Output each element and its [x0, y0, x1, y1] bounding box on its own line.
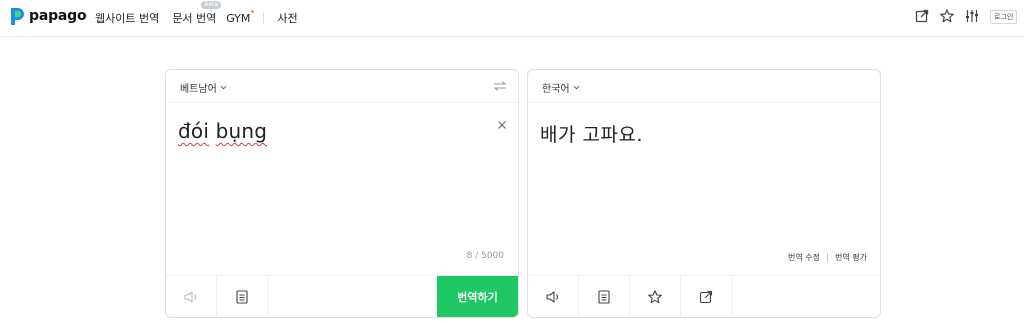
source-text-input[interactable]: đói bụng — [178, 119, 267, 143]
favorite-button[interactable] — [630, 276, 681, 317]
source-speak-button[interactable] — [166, 276, 217, 317]
star-icon[interactable] — [939, 8, 955, 24]
brand-name: papago — [29, 8, 87, 24]
speaker-icon — [546, 290, 559, 303]
nav-document-translate[interactable]: 문서 번역 Beta — [172, 1, 222, 26]
target-panel-header: 한국어 — [528, 70, 880, 103]
target-panel: 한국어 배가 고파요. 번역 수정 번역 평가 — [527, 69, 881, 318]
target-toolbar — [528, 275, 880, 317]
character-count: 8 / 5000 — [466, 251, 504, 261]
source-language-label: 베트남어 — [180, 84, 217, 95]
source-panel: 베트남어 đói bụng 8 / 5000 번역하기 — [165, 69, 519, 318]
new-dot-indicator — [251, 9, 255, 13]
papago-logo-icon — [11, 8, 24, 25]
note-icon — [236, 289, 248, 304]
speaker-icon — [184, 290, 197, 303]
target-speak-button[interactable] — [528, 276, 579, 317]
source-word-2: bụng — [215, 119, 268, 143]
main-nav: 웹사이트 번역 문서 번역 Beta GYM 사전 — [95, 1, 311, 26]
source-toolbar: 번역하기 — [166, 275, 518, 317]
nav-gym[interactable]: GYM — [226, 9, 255, 25]
share-icon[interactable] — [914, 8, 930, 24]
chevron-down-icon — [220, 85, 227, 90]
nav-gym-label: GYM — [226, 11, 251, 25]
translate-button[interactable]: 번역하기 — [437, 276, 518, 317]
source-word-1: đói — [178, 119, 210, 143]
nav-dictionary[interactable]: 사전 — [277, 10, 297, 26]
target-language-select[interactable]: 한국어 — [542, 80, 580, 95]
link-divider — [827, 253, 829, 262]
note-icon — [598, 289, 610, 304]
beta-badge: Beta — [201, 1, 222, 9]
target-notes-button[interactable] — [579, 276, 630, 317]
papago-logo[interactable]: papago — [9, 6, 87, 26]
source-notes-button[interactable] — [217, 276, 268, 317]
target-language-label: 한국어 — [542, 84, 570, 95]
translation-output: 배가 고파요. — [540, 124, 643, 146]
rate-translation-link[interactable]: 번역 평가 — [835, 252, 867, 263]
star-icon — [648, 289, 662, 303]
source-panel-header: 베트남어 — [166, 70, 518, 103]
swap-icon[interactable] — [493, 80, 507, 92]
clear-icon[interactable] — [497, 120, 507, 130]
share-icon — [699, 290, 713, 303]
edit-translation-link[interactable]: 번역 수정 — [788, 252, 820, 263]
top-header: papago 웹사이트 번역 문서 번역 Beta GYM 사전 로그인 — [0, 0, 1024, 37]
translation-actions: 번역 수정 번역 평가 — [788, 252, 867, 263]
share-translation-button[interactable] — [681, 276, 732, 317]
chevron-down-icon — [573, 85, 580, 90]
nav-document-translate-label: 문서 번역 — [172, 12, 217, 25]
source-language-select[interactable]: 베트남어 — [180, 80, 227, 95]
nav-divider — [263, 12, 265, 24]
nav-website-translate[interactable]: 웹사이트 번역 — [95, 10, 159, 26]
settings-sliders-icon[interactable] — [964, 8, 980, 24]
login-button[interactable]: 로그인 — [990, 10, 1018, 24]
